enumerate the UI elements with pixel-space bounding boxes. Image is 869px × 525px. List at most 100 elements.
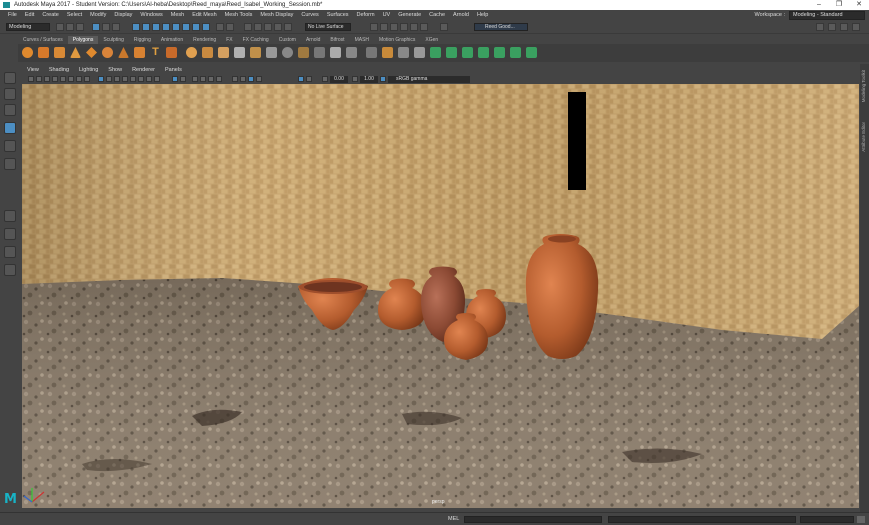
quad-draw-icon[interactable] [346, 47, 357, 58]
select-by-curve-icon[interactable] [152, 23, 160, 31]
snap-point-icon[interactable] [264, 23, 272, 31]
mirror-icon[interactable] [250, 47, 261, 58]
menu-edit[interactable]: Edit [21, 10, 38, 20]
poly-plane-icon[interactable] [86, 47, 97, 58]
shelf-tab-rendering[interactable]: Rendering [188, 36, 221, 44]
menu-set-dropdown[interactable]: Modeling [6, 23, 50, 31]
wireframe-on-shaded-icon[interactable] [114, 76, 120, 82]
shelf-tab-curves-surfaces[interactable]: Curves / Surfaces [18, 36, 68, 44]
shelf-tab-sculpting[interactable]: Sculpting [98, 36, 129, 44]
persp-outliner-icon[interactable] [4, 246, 16, 258]
menu-windows[interactable]: Windows [136, 10, 166, 20]
color-management-icon[interactable] [380, 76, 386, 82]
move-tool-icon[interactable] [4, 122, 16, 134]
live-surface-field[interactable]: No Live Surface [305, 23, 351, 31]
viewport-menu-show[interactable]: Show [103, 66, 127, 75]
shelf-tab-fx[interactable]: FX [221, 36, 237, 44]
cylindrical-map-icon[interactable] [446, 47, 457, 58]
safe-title-icon[interactable] [306, 76, 312, 82]
select-component-icon[interactable] [112, 23, 120, 31]
camera-attributes-icon[interactable] [36, 76, 42, 82]
shelf-tab-xgen[interactable]: XGen [420, 36, 443, 44]
planar-map-icon[interactable] [430, 47, 441, 58]
toggle-tool-settings-icon[interactable] [840, 23, 848, 31]
toggle-modeling-toolkit-icon[interactable] [816, 23, 824, 31]
poly-svg-icon[interactable] [166, 47, 177, 58]
scale-tool-icon[interactable] [4, 158, 16, 170]
uv-editor-icon[interactable] [414, 47, 425, 58]
snap-curve-icon[interactable] [254, 23, 262, 31]
view-transform-dropdown[interactable]: sRGB gamma [388, 76, 470, 83]
menu-generate[interactable]: Generate [394, 10, 425, 20]
xray-icon[interactable] [200, 76, 206, 82]
film-gate-icon[interactable] [84, 76, 90, 82]
select-camera-icon[interactable] [28, 76, 34, 82]
four-view-icon[interactable] [4, 228, 16, 240]
poly-cylinder-icon[interactable] [54, 47, 65, 58]
maximize-button[interactable]: ❐ [829, 0, 849, 10]
isolate-select-icon[interactable] [192, 76, 198, 82]
textured-icon[interactable] [122, 76, 128, 82]
menu-mesh-tools[interactable]: Mesh Tools [221, 10, 257, 20]
delete-history-icon[interactable] [398, 47, 409, 58]
poly-torus-icon[interactable] [102, 47, 113, 58]
outliner-layout-icon[interactable] [4, 264, 16, 276]
grease-pencil-icon[interactable] [60, 76, 66, 82]
combine-icon[interactable] [186, 47, 197, 58]
layout-uv-icon[interactable] [510, 47, 521, 58]
render-settings-icon[interactable] [400, 23, 408, 31]
motion-blur-icon[interactable] [154, 76, 160, 82]
select-by-dynamic-icon[interactable] [182, 23, 190, 31]
menu-file[interactable]: File [4, 10, 21, 20]
shelf-tab-fx-caching[interactable]: FX Caching [238, 36, 274, 44]
poly-cube-icon[interactable] [38, 47, 49, 58]
poly-sphere-icon[interactable] [22, 47, 33, 58]
shadows-icon[interactable] [138, 76, 144, 82]
cut-uv-icon[interactable] [526, 47, 537, 58]
new-scene-icon[interactable] [56, 23, 64, 31]
arnold-render-icon[interactable] [420, 23, 428, 31]
field-chart-icon[interactable] [256, 76, 262, 82]
toggle-channel-box-icon[interactable] [852, 23, 860, 31]
depth-of-field-icon[interactable] [180, 76, 186, 82]
snap-live-icon[interactable] [284, 23, 292, 31]
minimize-button[interactable]: – [809, 0, 829, 10]
save-scene-icon[interactable] [76, 23, 84, 31]
menu-help[interactable]: Help [473, 10, 492, 20]
xray-joints-icon[interactable] [208, 76, 214, 82]
lasso-tool-icon[interactable] [4, 88, 16, 100]
select-by-misc-icon[interactable] [202, 23, 210, 31]
menu-deform[interactable]: Deform [353, 10, 379, 20]
pause-render-icon[interactable] [440, 23, 448, 31]
close-button[interactable]: ✕ [849, 0, 869, 10]
select-by-handle-icon[interactable] [132, 23, 140, 31]
menu-select[interactable]: Select [63, 10, 86, 20]
spherical-map-icon[interactable] [462, 47, 473, 58]
menu-curves[interactable]: Curves [297, 10, 322, 20]
viewport-menu-shading[interactable]: Shading [44, 66, 74, 75]
menu-cache[interactable]: Cache [425, 10, 449, 20]
bookmarks-icon[interactable] [44, 76, 50, 82]
modeling-toolkit-tab[interactable]: Modeling Toolkit [861, 70, 868, 102]
gamma-field[interactable]: 1.00 [360, 76, 378, 83]
ipr-render-icon[interactable] [390, 23, 398, 31]
target-weld-icon[interactable] [330, 47, 341, 58]
paint-select-icon[interactable] [4, 104, 16, 116]
menu-mesh[interactable]: Mesh [167, 10, 188, 20]
gamma-icon[interactable] [352, 76, 358, 82]
shelf-tab-polygons[interactable]: Polygons [67, 36, 99, 44]
single-view-icon[interactable] [4, 210, 16, 222]
viewport-menu-renderer[interactable]: Renderer [127, 66, 160, 75]
shelf-tab-arnold[interactable]: Arnold [301, 36, 325, 44]
select-by-render-icon[interactable] [192, 23, 200, 31]
menu-display[interactable]: Display [110, 10, 136, 20]
snap-grid-icon[interactable] [244, 23, 252, 31]
command-input[interactable] [464, 516, 602, 523]
freeze-transform-icon[interactable] [382, 47, 393, 58]
menu-mesh-display[interactable]: Mesh Display [256, 10, 297, 20]
poly-pipe-icon[interactable] [134, 47, 145, 58]
shelf-tab-motion-graphics[interactable]: Motion Graphics [374, 36, 420, 44]
select-by-surface-icon[interactable] [162, 23, 170, 31]
unfold-icon[interactable] [494, 47, 505, 58]
use-all-lights-icon[interactable] [130, 76, 136, 82]
